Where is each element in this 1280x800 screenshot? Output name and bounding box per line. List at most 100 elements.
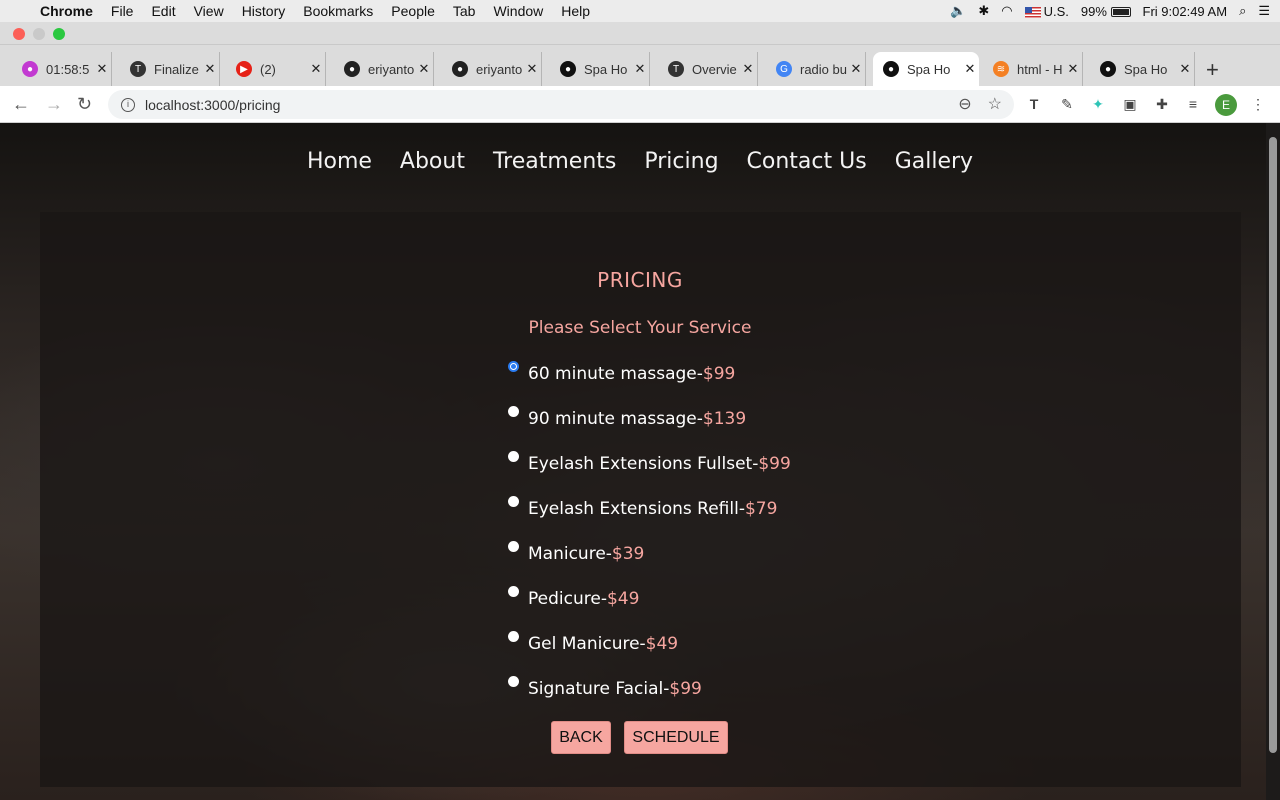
tab-close-icon[interactable]: ✕ bbox=[631, 61, 649, 77]
forward-arrow-icon[interactable]: → bbox=[45, 94, 63, 115]
notification-center-icon[interactable]: ☰ bbox=[1258, 3, 1270, 19]
tab-close-icon[interactable]: ✕ bbox=[307, 61, 325, 77]
tab-close-icon[interactable]: ✕ bbox=[1176, 61, 1194, 77]
menu-chrome[interactable]: Chrome bbox=[40, 3, 93, 19]
extensions-puzzle-icon[interactable]: ✚ bbox=[1153, 95, 1171, 113]
page-title: PRICING bbox=[597, 268, 683, 292]
browser-tab[interactable]: Gradio bu ✕ bbox=[766, 52, 866, 86]
tab-close-icon[interactable]: ✕ bbox=[847, 61, 865, 77]
service-option[interactable]: Signature Facial- $99 bbox=[508, 676, 702, 705]
service-radio[interactable] bbox=[508, 541, 519, 552]
site-info-icon[interactable]: i bbox=[121, 97, 135, 112]
menu-help[interactable]: Help bbox=[561, 3, 590, 19]
tab-close-icon[interactable]: ✕ bbox=[93, 61, 111, 77]
tab-favicon-icon: ● bbox=[344, 61, 360, 77]
wifi-icon[interactable]: ◠ bbox=[1001, 3, 1012, 19]
service-radio[interactable] bbox=[508, 361, 519, 372]
tab-close-icon[interactable]: ✕ bbox=[961, 61, 979, 77]
extension-bird-icon[interactable]: ✦ bbox=[1089, 95, 1107, 113]
battery-status[interactable]: 99% bbox=[1081, 4, 1131, 19]
volume-icon[interactable]: 🔈 bbox=[950, 3, 966, 19]
tab-label: (2) bbox=[260, 61, 276, 77]
service-radio[interactable] bbox=[508, 496, 519, 507]
extension-facebook-icon[interactable]: ▣ bbox=[1121, 95, 1139, 113]
bluetooth-icon[interactable]: ✱ bbox=[978, 3, 989, 19]
menu-people[interactable]: People bbox=[391, 3, 435, 19]
menu-history[interactable]: History bbox=[242, 3, 286, 19]
address-bar[interactable]: i localhost:3000/pricing ⊖ ☆ bbox=[108, 90, 1014, 119]
browser-tab[interactable]: ▶ (2) ✕ bbox=[226, 52, 326, 86]
nav-treatments[interactable]: Treatments bbox=[493, 149, 616, 174]
back-button[interactable]: BACK bbox=[551, 721, 611, 754]
back-arrow-icon[interactable]: ← bbox=[12, 94, 30, 115]
nav-about[interactable]: About bbox=[400, 149, 465, 174]
schedule-button[interactable]: SCHEDULE bbox=[624, 721, 728, 754]
tab-close-icon[interactable]: ✕ bbox=[739, 61, 757, 77]
tab-label: radio bu bbox=[800, 61, 847, 77]
browser-tab[interactable]: ● 01:58:5 ✕ bbox=[12, 52, 112, 86]
menu-window[interactable]: Window bbox=[493, 3, 543, 19]
menu-tab[interactable]: Tab bbox=[453, 3, 476, 19]
window-title-bar bbox=[0, 22, 1280, 44]
service-option[interactable]: 90 minute massage- $139 bbox=[508, 406, 746, 435]
menu-clock[interactable]: Fri 9:02:49 AM bbox=[1143, 4, 1228, 19]
zoom-window-button[interactable] bbox=[53, 28, 65, 40]
zoom-icon[interactable]: ⊖ bbox=[958, 94, 971, 114]
service-name: Signature Facial- bbox=[528, 679, 670, 699]
nav-pricing[interactable]: Pricing bbox=[644, 149, 718, 174]
service-name: Gel Manicure- bbox=[528, 634, 646, 654]
tab-close-icon[interactable]: ✕ bbox=[1064, 61, 1082, 77]
input-source[interactable]: U.S. bbox=[1024, 4, 1069, 19]
service-radio[interactable] bbox=[508, 406, 519, 417]
spotlight-search-icon[interactable]: ⌕ bbox=[1239, 3, 1246, 19]
us-flag-icon bbox=[1024, 6, 1041, 18]
browser-tab[interactable]: ● Spa Ho ✕ bbox=[550, 52, 650, 86]
extension-eyedropper-icon[interactable]: ✎ bbox=[1058, 95, 1076, 113]
media-playlist-icon[interactable]: ≡ bbox=[1184, 95, 1202, 113]
reload-icon[interactable]: ↻ bbox=[77, 94, 92, 115]
browser-tab[interactable]: ● eriyanto ✕ bbox=[442, 52, 542, 86]
service-radio[interactable] bbox=[508, 451, 519, 462]
profile-avatar[interactable]: E bbox=[1215, 94, 1237, 116]
browser-tab[interactable]: ● Spa Ho ✕ bbox=[873, 52, 979, 86]
service-radio[interactable] bbox=[508, 676, 519, 687]
menu-edit[interactable]: Edit bbox=[151, 3, 175, 19]
minimize-window-button[interactable] bbox=[33, 28, 45, 40]
service-option[interactable]: Pedicure- $49 bbox=[508, 586, 639, 615]
tab-strip: ● 01:58:5 ✕ T Finalize ✕ ▶ (2) ✕ ● eriyanto ✕ ● eriya… bbox=[0, 44, 1280, 86]
service-radio[interactable] bbox=[508, 631, 519, 642]
bookmark-star-icon[interactable]: ☆ bbox=[988, 94, 1002, 114]
menu-view[interactable]: View bbox=[194, 3, 224, 19]
browser-tab[interactable]: ≋ html - H ✕ bbox=[983, 52, 1083, 86]
close-window-button[interactable] bbox=[13, 28, 25, 40]
tab-close-icon[interactable]: ✕ bbox=[415, 61, 433, 77]
page-scrollbar[interactable] bbox=[1266, 123, 1280, 800]
browser-tab[interactable]: ● Spa Ho ✕ bbox=[1090, 52, 1195, 86]
new-tab-button[interactable]: + bbox=[1206, 57, 1219, 83]
service-option[interactable]: Eyelash Extensions Fullset- $99 bbox=[508, 451, 791, 480]
service-option[interactable]: 60 minute massage- $99 bbox=[508, 361, 735, 390]
tab-close-icon[interactable]: ✕ bbox=[201, 61, 219, 77]
browser-tab[interactable]: T Overvie ✕ bbox=[658, 52, 758, 86]
nav-home[interactable]: Home bbox=[307, 149, 372, 174]
more-menu-icon[interactable]: ⋮ bbox=[1249, 95, 1267, 113]
tab-favicon-icon: ● bbox=[22, 61, 38, 77]
extension-t-icon[interactable]: T bbox=[1025, 95, 1043, 113]
menu-file[interactable]: File bbox=[111, 3, 134, 19]
address-text[interactable]: localhost:3000/pricing bbox=[145, 97, 280, 113]
service-name: Eyelash Extensions Fullset- bbox=[528, 454, 759, 474]
nav-gallery[interactable]: Gallery bbox=[895, 149, 973, 174]
menu-bookmarks[interactable]: Bookmarks bbox=[303, 3, 373, 19]
nav-contact-us[interactable]: Contact Us bbox=[747, 149, 867, 174]
service-option[interactable]: Eyelash Extensions Refill- $79 bbox=[508, 496, 777, 525]
service-option[interactable]: Manicure- $39 bbox=[508, 541, 644, 570]
browser-tab[interactable]: ● eriyanto ✕ bbox=[334, 52, 434, 86]
browser-tab[interactable]: T Finalize ✕ bbox=[120, 52, 220, 86]
service-radio[interactable] bbox=[508, 586, 519, 597]
service-name: 90 minute massage- bbox=[528, 409, 703, 429]
tab-close-icon[interactable]: ✕ bbox=[523, 61, 541, 77]
service-option[interactable]: Gel Manicure- $49 bbox=[508, 631, 678, 660]
tab-label: eriyanto bbox=[476, 61, 523, 77]
scrollbar-thumb[interactable] bbox=[1269, 137, 1277, 753]
tab-favicon-icon: T bbox=[668, 61, 684, 77]
